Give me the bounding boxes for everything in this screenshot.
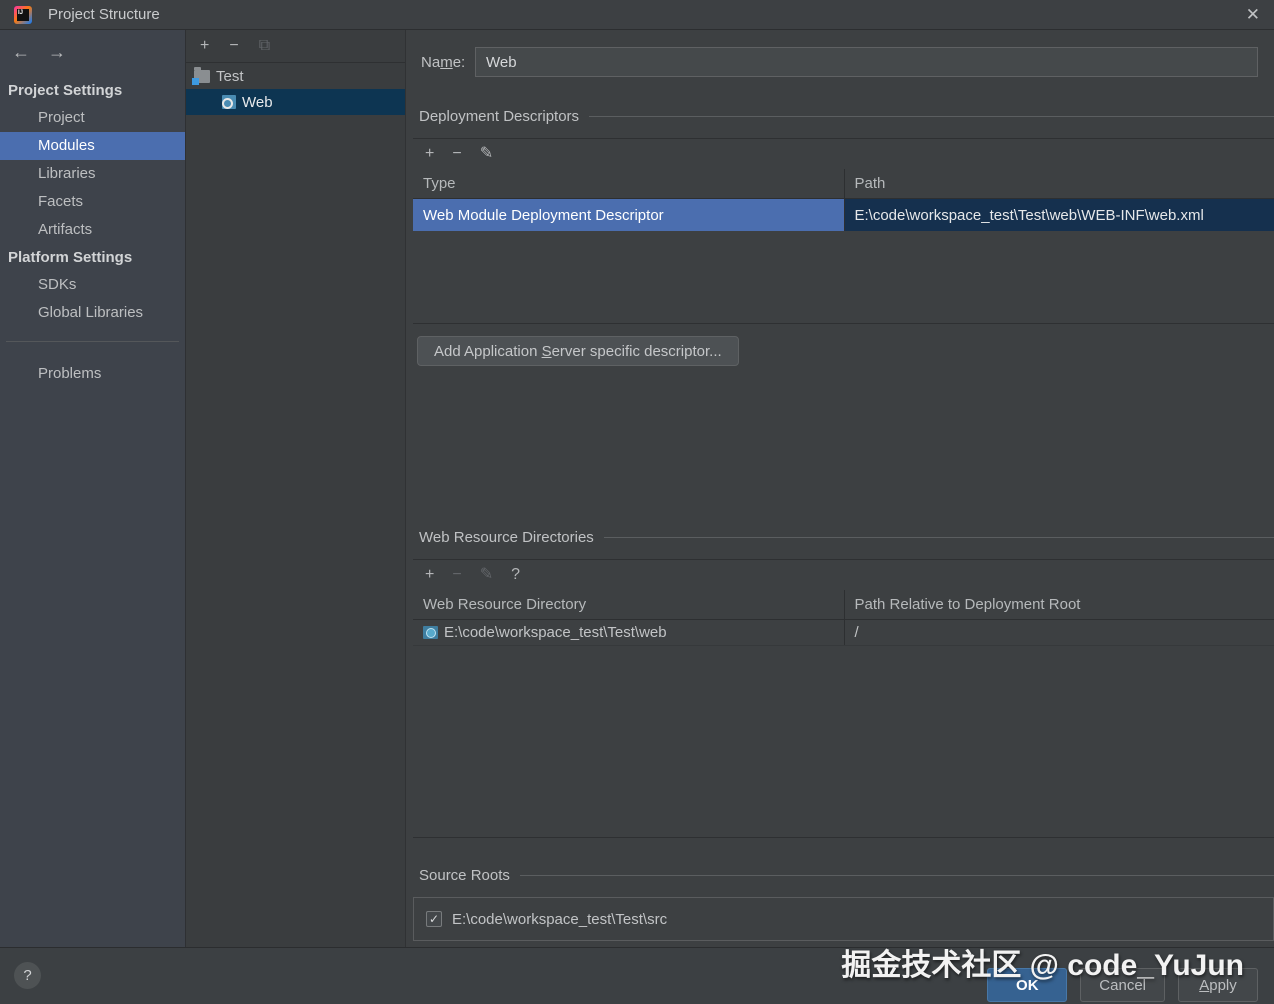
remove-descriptor-icon[interactable]: − [452, 146, 461, 162]
sidebar-item-libraries[interactable]: Libraries [0, 160, 185, 188]
ok-button[interactable]: OK [987, 968, 1067, 1002]
module-tree-panel: + − ⧉ Test Web [186, 30, 406, 947]
column-header-web-resource-directory[interactable]: Web Resource Directory [413, 590, 844, 620]
table-row[interactable]: Web Module Deployment Descriptor E:\code… [413, 199, 1274, 231]
web-resource-directories-panel: + − ✎ ? Web Resource Directory Path Rela… [413, 559, 1274, 838]
remove-resource-icon[interactable]: − [452, 567, 461, 583]
sidebar-item-global-libraries[interactable]: Global Libraries [0, 299, 185, 327]
sidebar-divider [6, 341, 179, 342]
apply-button[interactable]: Apply [1178, 968, 1258, 1002]
web-resource-directories-header: Web Resource Directories [413, 527, 1274, 547]
name-label: Name: [413, 54, 475, 71]
deployment-descriptors-panel: + − ✎ Type Path Web Module Deployment De… [413, 138, 1274, 324]
help-button[interactable]: ? [14, 962, 41, 989]
descriptors-table: Type Path Web Module Deployment Descript… [413, 169, 1274, 231]
help-resource-icon[interactable]: ? [511, 567, 520, 583]
section-rule [589, 116, 1274, 117]
relative-path-cell[interactable]: / [844, 620, 1274, 645]
web-folder-icon [423, 626, 438, 639]
cancel-button[interactable]: Cancel [1080, 968, 1165, 1002]
back-icon[interactable]: ← [12, 42, 30, 63]
tree-node-web[interactable]: Web [186, 89, 405, 115]
sidebar-header-project-settings: Project Settings [0, 77, 185, 104]
title-bar: IJ Project Structure ✕ [0, 0, 1274, 30]
remove-module-icon[interactable]: − [229, 38, 238, 54]
tree-node-label: Test [216, 68, 244, 85]
sidebar-item-project[interactable]: Project [0, 104, 185, 132]
sidebar-item-modules[interactable]: Modules [0, 132, 185, 160]
name-input[interactable] [475, 47, 1258, 77]
column-header-path-relative[interactable]: Path Relative to Deployment Root [844, 590, 1274, 620]
resource-directory-cell[interactable]: E:\code\workspace_test\Test\web [413, 620, 844, 645]
column-header-type[interactable]: Type [413, 169, 844, 199]
sidebar-header-platform-settings: Platform Settings [0, 244, 185, 271]
forward-icon[interactable]: → [48, 42, 66, 63]
source-roots-header: Source Roots [413, 865, 1274, 885]
tree-node-label: Web [242, 94, 273, 111]
web-resources-toolbar: + − ✎ ? [413, 560, 1274, 590]
deployment-toolbar: + − ✎ [413, 139, 1274, 169]
dialog-footer: ? 掘金技术社区 @ code_YuJun OK Cancel Apply [0, 947, 1274, 1004]
sidebar-item-sdks[interactable]: SDKs [0, 271, 185, 299]
add-resource-icon[interactable]: + [425, 567, 434, 583]
add-module-icon[interactable]: + [200, 38, 209, 54]
sidebar-item-artifacts[interactable]: Artifacts [0, 216, 185, 244]
source-root-checkbox[interactable]: ✓ [426, 911, 442, 927]
sidebar-item-problems[interactable]: Problems [0, 360, 185, 388]
section-rule [520, 875, 1274, 876]
web-facet-icon [222, 95, 236, 109]
web-facet-editor: Name: Deployment Descriptors + − ✎ Type … [406, 30, 1274, 947]
intellij-logo-icon: IJ [14, 6, 32, 24]
copy-module-icon[interactable]: ⧉ [259, 38, 270, 54]
add-descriptor-icon[interactable]: + [425, 146, 434, 162]
source-root-path: E:\code\workspace_test\Test\src [452, 911, 667, 928]
column-header-path[interactable]: Path [844, 169, 1274, 199]
module-folder-icon [194, 70, 210, 83]
close-icon[interactable]: ✕ [1246, 6, 1260, 23]
web-resources-table: Web Resource Directory Path Relative to … [413, 590, 1274, 646]
module-tree-toolbar: + − ⧉ [186, 30, 405, 63]
edit-descriptor-icon[interactable]: ✎ [480, 146, 493, 162]
add-app-server-descriptor-button[interactable]: Add Application Server specific descript… [417, 336, 739, 366]
section-rule [604, 537, 1274, 538]
tree-node-test[interactable]: Test [186, 63, 405, 89]
window-title: Project Structure [48, 6, 160, 23]
deployment-descriptors-header: Deployment Descriptors [413, 106, 1274, 126]
source-roots-panel: ✓ E:\code\workspace_test\Test\src [413, 897, 1274, 941]
project-structure-dialog: IJ Project Structure ✕ ← → Project Setti… [0, 0, 1274, 1004]
table-row[interactable]: E:\code\workspace_test\Test\web / [413, 620, 1274, 646]
descriptor-type-cell[interactable]: Web Module Deployment Descriptor [413, 199, 844, 231]
sidebar-item-facets[interactable]: Facets [0, 188, 185, 216]
edit-resource-icon[interactable]: ✎ [480, 567, 493, 583]
settings-sidebar: ← → Project Settings Project Modules Lib… [0, 30, 186, 947]
descriptor-path-cell[interactable]: E:\code\workspace_test\Test\web\WEB-INF\… [844, 199, 1274, 231]
